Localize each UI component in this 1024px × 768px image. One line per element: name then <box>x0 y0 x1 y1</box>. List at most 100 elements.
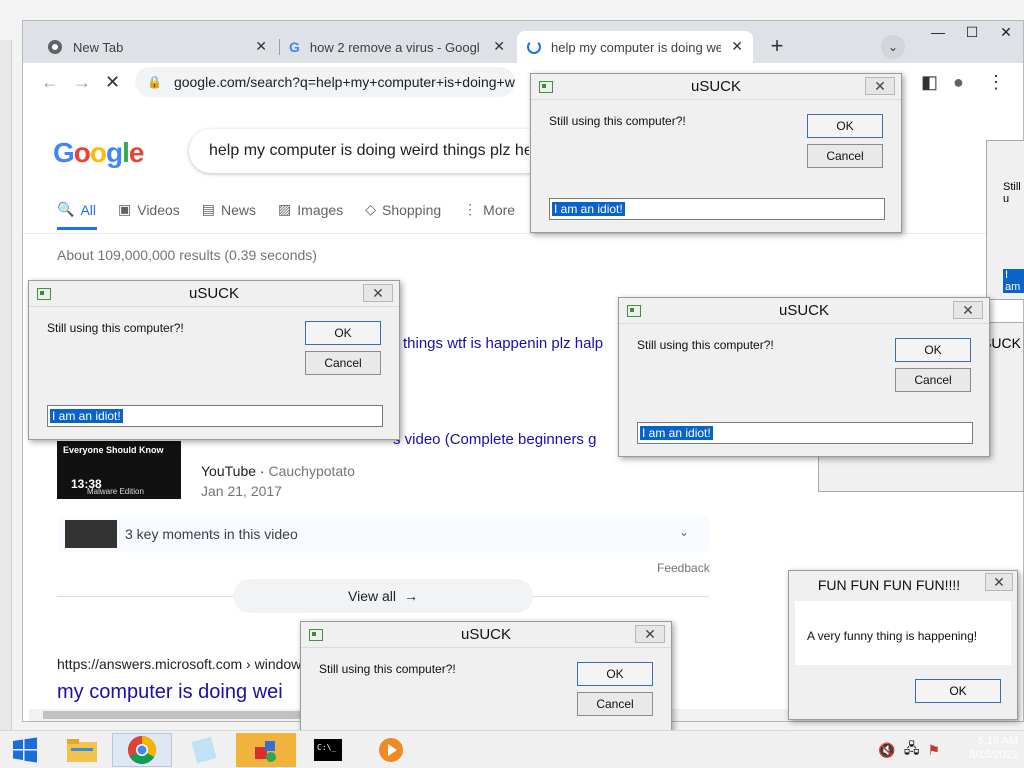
video-result-title[interactable]: s video (Complete beginners g <box>393 431 596 448</box>
close-icon[interactable]: ✕ <box>989 21 1023 45</box>
tab-shopping[interactable]: ◇ Shopping <box>365 201 441 218</box>
tab-search-icon[interactable]: ⌄ <box>881 35 905 59</box>
notepad-icon <box>191 736 217 764</box>
chevron-down-icon: ⌄ <box>678 525 689 539</box>
cancel-button[interactable]: Cancel <box>807 144 883 168</box>
url-text: google.com/search?q=help+my+computer+is+… <box>173 74 515 90</box>
stop-icon[interactable]: ✕ <box>105 72 120 93</box>
chrome-icon <box>128 736 156 764</box>
address-bar[interactable]: 🔒 google.com/search?q=help+my+computer+i… <box>135 67 515 97</box>
side-panel-icon[interactable]: ◧ <box>921 72 938 93</box>
result-title[interactable]: my computer is doing wei <box>57 681 283 704</box>
view-all-button[interactable]: View all → <box>233 579 533 613</box>
dialog-message: Still using this computer?! <box>549 114 686 128</box>
dialog-message: Still using this computer?! <box>319 662 456 676</box>
video-thumbnail[interactable]: Everyone Should Know 13:38 Malware Editi… <box>57 441 181 499</box>
menu-icon[interactable]: ⋮ <box>987 72 1005 93</box>
tab-news[interactable]: ▤ News <box>202 201 256 218</box>
dialog-fragment: Still u I am <box>986 140 1024 300</box>
ok-button[interactable]: OK <box>305 321 381 345</box>
chrome-taskbar[interactable] <box>112 733 172 767</box>
tab-close-icon[interactable]: ✕ <box>255 38 267 55</box>
close-icon[interactable]: ✕ <box>985 573 1013 591</box>
search-icon: 🔍 <box>57 201 75 217</box>
dialog-title: FUN FUN FUN FUN!!!! <box>817 577 961 593</box>
media-player-icon <box>379 738 403 762</box>
tab-active-search[interactable]: help my computer is doing weird ✕ <box>517 31 753 63</box>
cmd-taskbar[interactable]: C:\_ <box>298 733 358 767</box>
tab-more[interactable]: ⋮ More <box>463 201 515 218</box>
action-center-icon[interactable]: ⚑ <box>927 742 940 759</box>
text-input[interactable]: I am an idiot! <box>549 198 885 220</box>
paint-icon <box>255 741 276 762</box>
dialog-title: uSUCK <box>690 78 742 95</box>
text-input[interactable]: I am an idiot! <box>637 422 973 444</box>
video-icon: ▣ <box>118 201 132 217</box>
search-query: help my computer is doing weird things p… <box>209 142 529 159</box>
dialog-message: A very funny thing is happening! <box>807 629 978 643</box>
tab-all[interactable]: 🔍 All <box>57 201 96 218</box>
text-input[interactable]: I am an idiot! <box>47 405 383 427</box>
clock[interactable]: 5:16 AM 8/15/2022 <box>954 734 1018 762</box>
video-source: YouTube · Cauchypotato <box>201 463 355 479</box>
google-logo[interactable]: Google <box>53 137 144 169</box>
tab-virus-search[interactable]: G how 2 remove a virus - Google Se ✕ <box>279 31 515 63</box>
clock-date: 8/15/2022 <box>969 749 1018 761</box>
result-title[interactable]: things wtf is happenin plz halp <box>403 335 603 352</box>
dialog-title: uSUCK <box>778 302 830 319</box>
cancel-button[interactable]: Cancel <box>895 368 971 392</box>
divider <box>23 233 1023 234</box>
tab-label: how 2 remove a virus - Google Se <box>309 39 480 55</box>
system-tray: 🔇 🖧 ⚑ <box>878 733 940 767</box>
window-controls: — ☐ ✕ <box>921 21 1023 45</box>
search-tabs: 🔍 All ▣ Videos ▤ News ▨ Images ◇ Shopping ⋮ Mo… <box>57 201 515 218</box>
start-button[interactable] <box>4 735 48 765</box>
more-icon: ⋮ <box>463 201 478 217</box>
google-g-icon: G <box>289 39 300 55</box>
ok-button[interactable]: OK <box>577 662 653 686</box>
network-icon[interactable]: 🖧 <box>904 738 920 762</box>
arrow-right-icon: → <box>404 588 418 604</box>
ok-button[interactable]: OK <box>895 338 971 362</box>
ok-button[interactable]: OK <box>807 114 883 138</box>
minimize-icon[interactable]: — <box>921 21 955 45</box>
media-player-taskbar[interactable] <box>360 733 420 767</box>
dialog-body: A very funny thing is happening! <box>795 601 1011 665</box>
video-date: Jan 21, 2017 <box>201 483 282 499</box>
usuck-dialog: uSUCK ✕ Still using this computer?! OK C… <box>28 280 400 440</box>
back-icon[interactable]: ← <box>41 72 59 93</box>
file-explorer-taskbar[interactable] <box>52 733 112 767</box>
tab-label: help my computer is doing weird <box>551 39 721 55</box>
feedback-link[interactable]: Feedback <box>657 561 710 575</box>
tab-close-icon[interactable]: ✕ <box>731 38 743 55</box>
close-icon[interactable]: ✕ <box>363 284 393 302</box>
volume-muted-icon[interactable]: 🔇 <box>878 742 895 759</box>
ok-button[interactable]: OK <box>915 679 1001 703</box>
taskbar: C:\_ 🔇 🖧 ⚑ 5:16 AM 8/15/2022 <box>0 730 1024 768</box>
tab-close-icon[interactable]: ✕ <box>493 38 505 55</box>
terminal-icon: C:\_ <box>314 739 342 761</box>
chrome-icon <box>48 40 62 54</box>
dialog-message: Still using this computer?! <box>637 338 774 352</box>
close-icon[interactable]: ✕ <box>953 301 983 319</box>
maximize-icon[interactable]: ☐ <box>955 21 989 45</box>
windows-icon <box>13 737 37 763</box>
result-stats: About 109,000,000 results (0.39 seconds) <box>57 247 317 263</box>
paint-taskbar[interactable] <box>236 733 296 767</box>
close-icon[interactable]: ✕ <box>635 625 665 643</box>
key-moments[interactable]: 3 key moments in this video ⌄ <box>57 516 709 552</box>
profile-icon[interactable]: ● <box>953 72 964 93</box>
cancel-button[interactable]: Cancel <box>577 692 653 716</box>
forward-icon[interactable]: → <box>73 72 91 93</box>
desktop-edge <box>0 40 12 730</box>
loading-icon <box>527 40 541 54</box>
tab-new-tab[interactable]: New Tab ✕ <box>37 31 277 63</box>
tag-icon: ◇ <box>365 201 376 217</box>
tab-images[interactable]: ▨ Images <box>278 201 343 218</box>
dialog-title: uSUCK <box>460 626 512 643</box>
cancel-button[interactable]: Cancel <box>305 351 381 375</box>
close-icon[interactable]: ✕ <box>865 77 895 95</box>
new-tab-icon[interactable]: + <box>765 35 789 59</box>
tab-videos[interactable]: ▣ Videos <box>118 201 180 218</box>
notepad-taskbar[interactable] <box>174 733 234 767</box>
